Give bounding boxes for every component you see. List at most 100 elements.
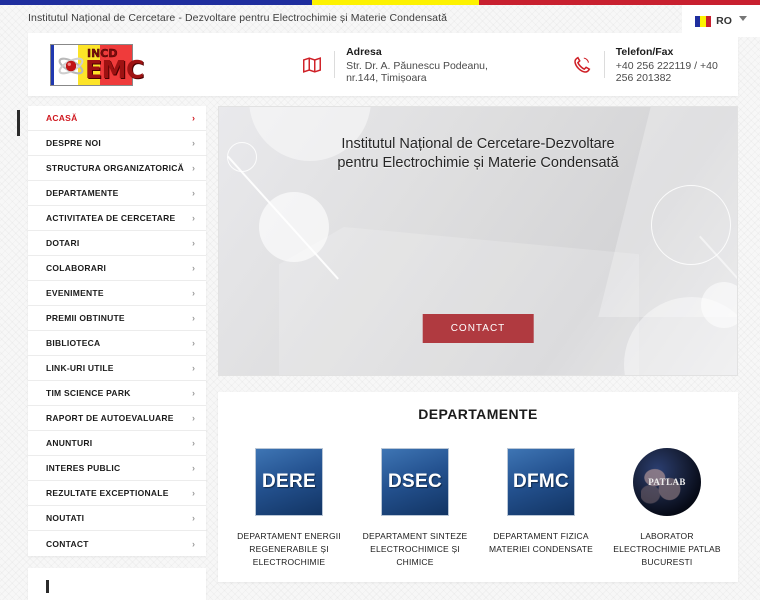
sidebar-item-noutati[interactable]: NOUTATI › <box>28 506 206 531</box>
hero-title-line-2: pentru Electrochimie și Materie Condensa… <box>337 155 619 171</box>
hero-title: Institutul Național de Cercetare-Dezvolt… <box>219 135 737 173</box>
sidebar-item-structura-organizatoric[interactable]: STRUCTURA ORGANIZATORICĂ › <box>28 156 206 181</box>
sidebar-item-label: INTERES PUBLIC <box>46 463 121 473</box>
logo-emc-text: EMC <box>85 54 144 84</box>
header-address-block: Adresa Str. Dr. A. Păunescu Podeanu, nr.… <box>301 46 521 84</box>
sidebar-item-label: DOTARI <box>46 238 80 248</box>
sidebar-item-label: STRUCTURA ORGANIZATORICĂ <box>46 163 185 173</box>
sidebar-menu-panel: ACASĂ › DESPRE NOI › STRUCTURA ORGANIZATORIC… <box>28 106 206 556</box>
sidebar-item-label: TIM SCIENCE PARK <box>46 388 131 398</box>
department-name: LABORATOR ELECTROCHIMIE PATLAB BUCURESTI <box>613 531 721 567</box>
phone-title: Telefon/Fax <box>615 45 674 58</box>
chevron-right-icon: › <box>192 363 195 373</box>
top-utility-bar: Institutul Național de Cercetare - Dezvo… <box>0 5 760 37</box>
site-tagline: Institutul Național de Cercetare - Dezvo… <box>28 12 448 24</box>
sidebar-item-interes-public[interactable]: INTERES PUBLIC › <box>28 456 206 481</box>
chevron-right-icon: › <box>192 163 195 173</box>
department-name: DEPARTAMENT FIZICA MATERIEI CONDENSATE <box>488 531 594 554</box>
hero-banner: Institutul Național de Cercetare-Dezvolt… <box>218 106 738 376</box>
sidebar-item-label: BIBLIOTECA <box>46 338 101 348</box>
chevron-right-icon: › <box>192 338 195 348</box>
sidebar-item-label: ACASĂ <box>46 113 78 123</box>
sidebar-item-acas[interactable]: ACASĂ › <box>28 106 206 131</box>
sidebar-navigation: ACASĂ › DESPRE NOI › STRUCTURA ORGANIZATORIC… <box>17 106 206 600</box>
sidebar-item-label: NOUTATI <box>46 513 85 523</box>
language-selector[interactable]: RO <box>682 5 760 37</box>
header-divider <box>334 51 336 78</box>
sidebar-item-label: PREMII OBTINUTE <box>46 313 125 323</box>
departments-section: DEPARTAMENTE DERE DEPARTAMENT ENERGII REG… <box>218 392 738 582</box>
language-label: RO <box>716 15 732 27</box>
hero-polygon-shape <box>279 227 639 375</box>
incd-emc-logo[interactable]: INCD EMC <box>50 43 144 86</box>
sidebar-secondary-accent <box>46 580 49 593</box>
sidebar-item-label: DEPARTAMENTE <box>46 188 119 198</box>
department-tile: DSEC <box>381 448 449 516</box>
sidebar-accent-bar <box>17 110 20 136</box>
sidebar-item-colaborari[interactable]: COLABORARI › <box>28 256 206 281</box>
sidebar-item-despre-noi[interactable]: DESPRE NOI › <box>28 131 206 156</box>
sidebar-item-departamente[interactable]: DEPARTAMENTE › <box>28 181 206 206</box>
atom-icon <box>58 57 84 74</box>
chevron-right-icon: › <box>192 513 195 523</box>
sidebar-item-label: LINK-URI UTILE <box>46 363 114 373</box>
department-card-patlab[interactable]: PATLAB LABORATOR ELECTROCHIMIE PATLAB BUC… <box>607 448 727 569</box>
chevron-down-icon <box>738 16 747 21</box>
sidebar-item-label: COLABORARI <box>46 263 107 273</box>
address-value: Str. Dr. A. Păunescu Podeanu, nr.144, Ti… <box>346 59 488 84</box>
sidebar-item-link-uri-utile[interactable]: LINK-URI UTILE › <box>28 356 206 381</box>
sidebar-item-label: CONTACT <box>46 538 89 549</box>
address-title: Adresa <box>346 45 382 58</box>
map-icon <box>303 56 322 73</box>
chevron-right-icon: › <box>192 488 195 498</box>
contact-button[interactable]: CONTACT <box>422 314 534 343</box>
department-name: DEPARTAMENT SINTEZE ELECTROCHIMICE ȘI CH… <box>362 531 468 567</box>
sidebar-item-evenimente[interactable]: EVENIMENTE › <box>28 281 206 306</box>
site-header: INCD EMC Adresa Str. Dr. A. Păunescu Pod… <box>28 33 738 96</box>
chevron-right-icon: › <box>192 288 195 298</box>
chevron-right-icon: › <box>192 138 195 148</box>
phone-value: +40 256 222119 / +40 256 201382 <box>615 59 718 84</box>
sidebar-item-label: RAPORT DE AUTOEVALUARE <box>46 413 174 423</box>
globe-icon: PATLAB <box>633 448 701 516</box>
department-tile: DFMC <box>507 448 575 516</box>
romanian-flag-icon <box>695 15 712 27</box>
department-card-dsec[interactable]: DSEC DEPARTAMENT SINTEZE ELECTROCHIMICE Ș… <box>355 448 475 569</box>
chevron-right-icon: › <box>192 438 195 448</box>
sidebar-item-contact[interactable]: CONTACT › <box>28 531 206 556</box>
sidebar-item-label: DESPRE NOI <box>46 138 101 148</box>
department-name: DEPARTAMENT ENERGII REGENERABILE ȘI ELEC… <box>237 531 341 567</box>
sidebar-item-tim-science-park[interactable]: TIM SCIENCE PARK › <box>28 381 206 406</box>
departments-grid: DERE DEPARTAMENT ENERGII REGENERABILE ȘI … <box>226 448 730 569</box>
sidebar-item-label: EVENIMENTE <box>46 288 104 298</box>
header-divider <box>604 51 605 78</box>
sidebar-item-label: ANUNTURI <box>46 438 93 448</box>
globe-label: PATLAB <box>648 477 686 487</box>
sidebar-item-anunturi[interactable]: ANUNTURI › <box>28 431 206 456</box>
hero-title-line-1: Institutul Național de Cercetare-Dezvolt… <box>341 136 615 152</box>
sidebar-item-premii-obtinute[interactable]: PREMII OBTINUTE › <box>28 306 206 331</box>
chevron-right-icon: › <box>192 113 195 123</box>
sidebar-item-activitatea-de-cercetare[interactable]: ACTIVITATEA DE CERCETARE › <box>28 206 206 231</box>
page-layout: ACASĂ › DESPRE NOI › STRUCTURA ORGANIZATORIC… <box>17 106 738 600</box>
chevron-right-icon: › <box>192 538 195 549</box>
sidebar-secondary-panel <box>28 568 206 600</box>
sidebar-item-dotari[interactable]: DOTARI › <box>28 231 206 256</box>
department-card-dfmc[interactable]: DFMC DEPARTAMENT FIZICA MATERIEI CONDENSA… <box>481 448 601 569</box>
chevron-right-icon: › <box>192 263 195 273</box>
sidebar-item-biblioteca[interactable]: BIBLIOTECA › <box>28 331 206 356</box>
chevron-right-icon: › <box>192 463 195 473</box>
phone-icon <box>574 56 591 73</box>
chevron-right-icon: › <box>192 413 195 423</box>
departments-heading: DEPARTAMENTE <box>418 406 538 422</box>
sidebar-item-label: REZULTATE EXCEPTIONALE <box>46 488 169 498</box>
chevron-right-icon: › <box>192 188 195 198</box>
sidebar-item-raport-de-autoevaluare[interactable]: RAPORT DE AUTOEVALUARE › <box>28 406 206 431</box>
hero-circle-outline-2 <box>651 185 731 265</box>
sidebar-item-rezultate-exceptionale[interactable]: REZULTATE EXCEPTIONALE › <box>28 481 206 506</box>
department-card-dere[interactable]: DERE DEPARTAMENT ENERGII REGENERABILE ȘI … <box>229 448 349 569</box>
header-phone-block: Telefon/Fax +40 256 222119 / +40 256 201… <box>571 46 738 84</box>
main-content: Institutul Național de Cercetare-Dezvolt… <box>218 106 738 600</box>
sidebar-item-label: ACTIVITATEA DE CERCETARE <box>46 213 176 223</box>
chevron-right-icon: › <box>192 313 195 323</box>
